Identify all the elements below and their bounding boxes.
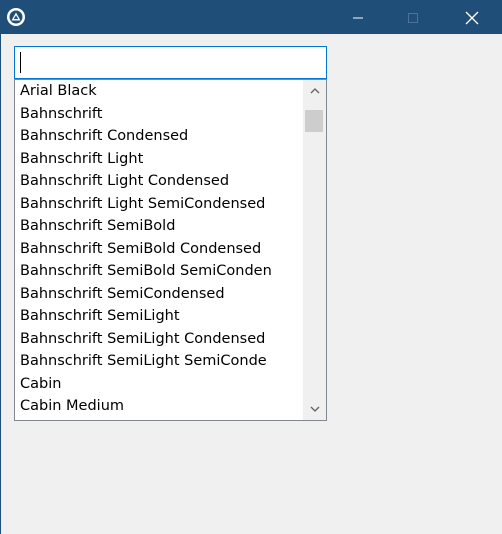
font-list-item[interactable]: Arial Black: [15, 80, 303, 103]
font-list-item[interactable]: Bahnschrift Condensed: [15, 125, 303, 148]
client-area: Arial Black Bahnschrift Bahnschrift Conden…: [1, 34, 502, 534]
minimize-icon: [353, 17, 363, 18]
app-window: Arial Black Bahnschrift Bahnschrift Conden…: [0, 0, 502, 534]
vertical-scrollbar[interactable]: [303, 80, 326, 420]
text-caret: [20, 52, 21, 73]
font-list-item[interactable]: Cabin: [15, 373, 303, 396]
scrollbar-thumb[interactable]: [305, 110, 323, 132]
scroll-up-button[interactable]: [303, 80, 326, 102]
chevron-down-icon: [310, 406, 319, 412]
font-list-item[interactable]: Bahnschrift SemiCondensed: [15, 283, 303, 306]
font-list-item[interactable]: Bahnschrift SemiBold SemiConden: [15, 260, 303, 283]
maximize-icon: [408, 12, 418, 23]
font-list-item[interactable]: Cabin Medium: [15, 395, 303, 418]
title-bar[interactable]: [1, 1, 502, 34]
font-list-item[interactable]: Bahnschrift: [15, 103, 303, 126]
scroll-down-button[interactable]: [303, 398, 326, 420]
font-list-item[interactable]: Bahnschrift SemiBold: [15, 215, 303, 238]
app-logo-icon: [6, 7, 26, 27]
close-icon: [465, 11, 479, 24]
font-search-input[interactable]: [14, 46, 327, 79]
font-list[interactable]: Arial Black Bahnschrift Bahnschrift Conden…: [14, 79, 327, 421]
font-list-item[interactable]: Bahnschrift SemiLight Condensed: [15, 328, 303, 351]
font-list-item[interactable]: Bahnschrift SemiLight SemiConde: [15, 350, 303, 373]
close-button[interactable]: [449, 1, 495, 34]
font-list-item[interactable]: Bahnschrift Light: [15, 148, 303, 171]
minimize-button[interactable]: [335, 1, 381, 34]
font-list-items: Arial Black Bahnschrift Bahnschrift Conden…: [15, 80, 303, 418]
chevron-up-icon: [310, 88, 319, 94]
font-list-item[interactable]: Bahnschrift SemiBold Condensed: [15, 238, 303, 261]
maximize-button[interactable]: [390, 1, 436, 34]
font-list-item[interactable]: Bahnschrift SemiLight: [15, 305, 303, 328]
font-list-item[interactable]: Bahnschrift Light Condensed: [15, 170, 303, 193]
font-list-item[interactable]: Bahnschrift Light SemiCondensed: [15, 193, 303, 216]
